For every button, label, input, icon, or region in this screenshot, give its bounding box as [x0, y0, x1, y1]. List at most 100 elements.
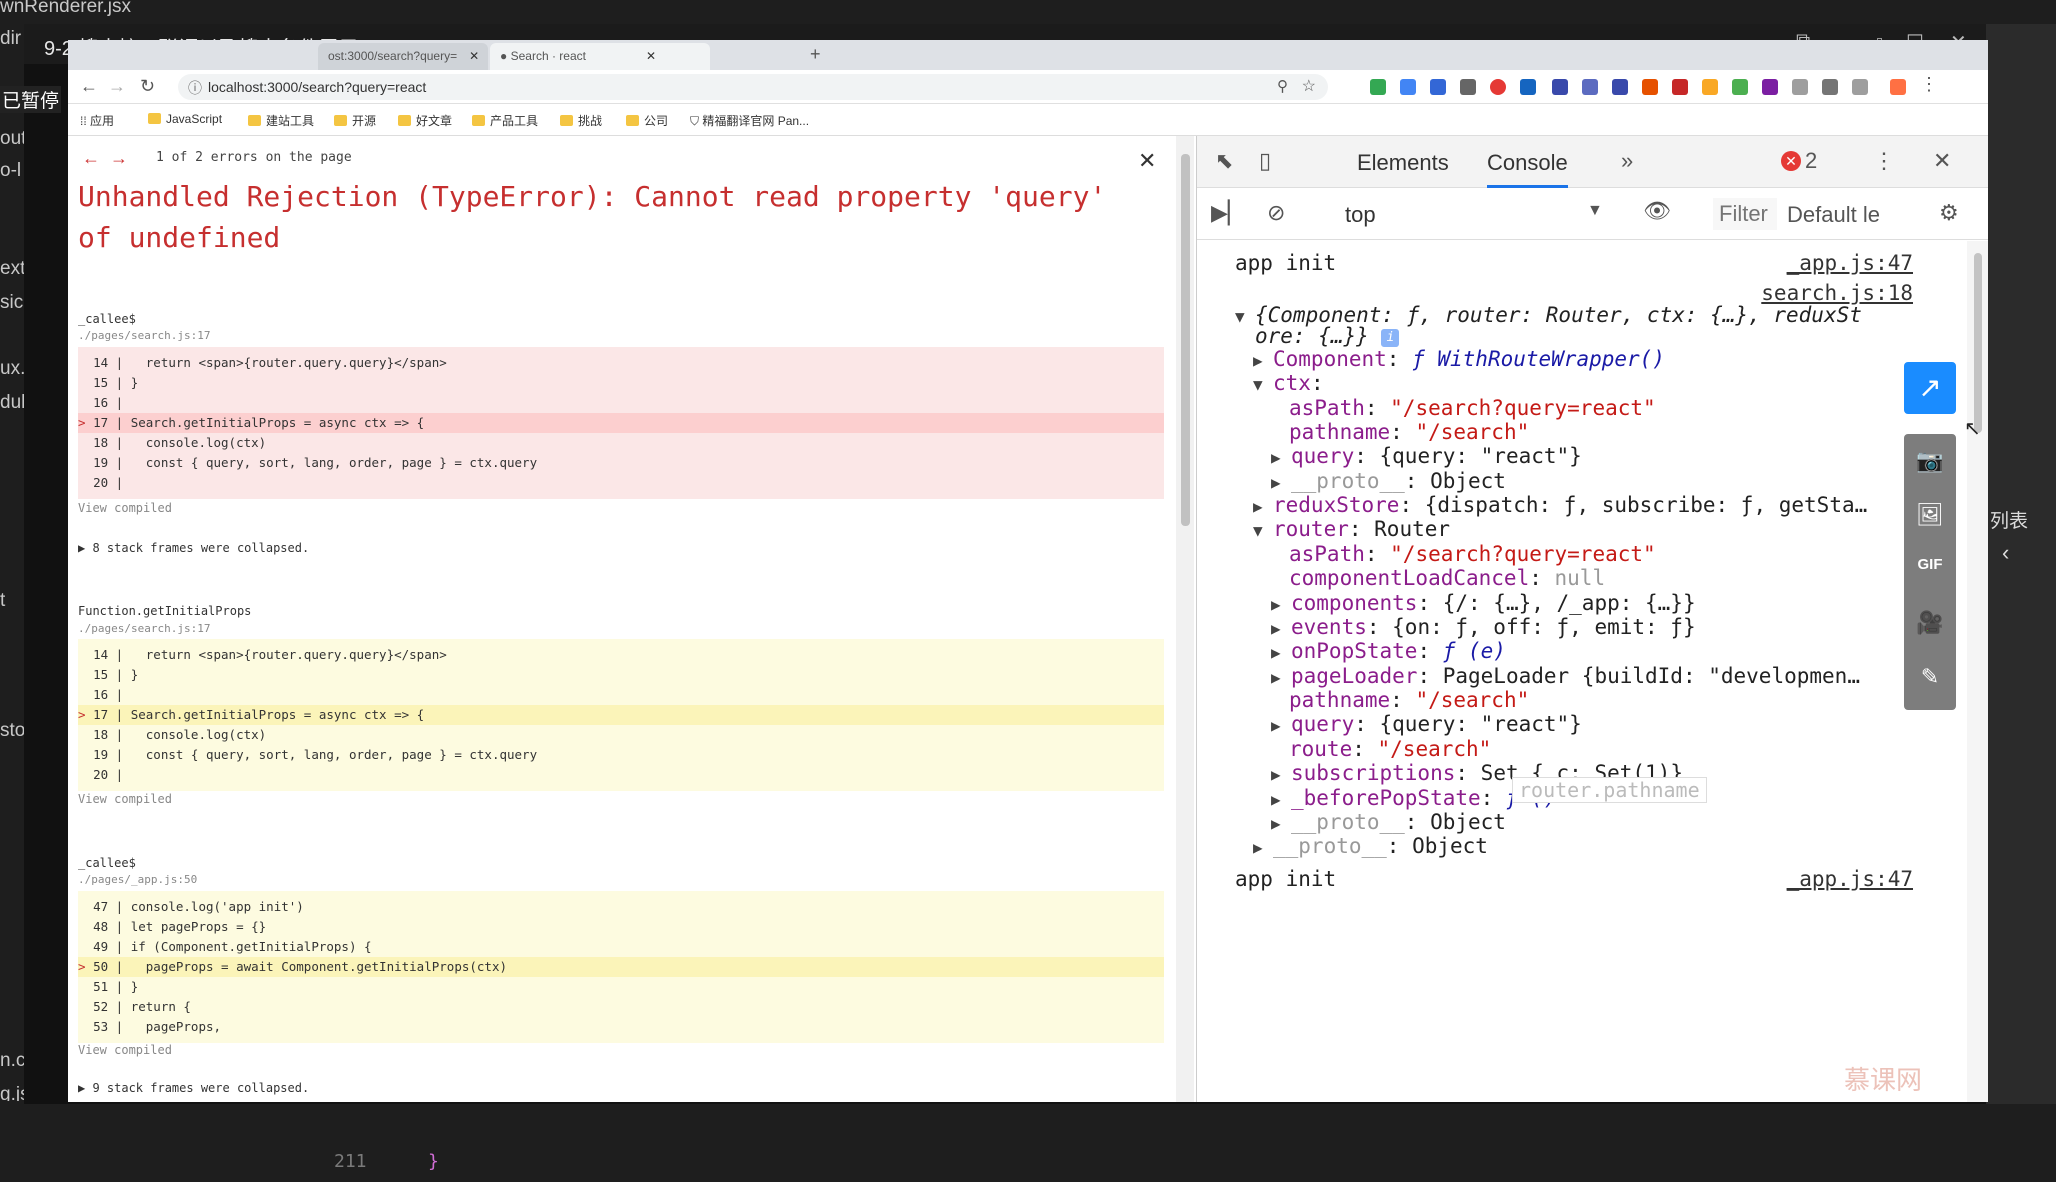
- editor-file-item[interactable]: o-l: [0, 160, 21, 182]
- editor-file-item[interactable]: dul: [0, 392, 25, 414]
- pen-icon[interactable]: ✎: [1904, 664, 1956, 690]
- gear-icon[interactable]: ⚙: [1939, 200, 1959, 226]
- close-icon[interactable]: ✕: [1138, 148, 1156, 174]
- prop-ctx[interactable]: ▼ ctx:: [1253, 371, 1324, 395]
- editor-file-item[interactable]: ux.: [0, 358, 25, 380]
- frame-function[interactable]: _callee$: [78, 856, 136, 870]
- prop-proto[interactable]: ▶ __proto__: Object: [1253, 834, 1488, 858]
- url-input[interactable]: ⓘ localhost:3000/search?query=react ⚲ ☆: [178, 74, 1328, 100]
- scrollbar-thumb[interactable]: [1974, 253, 1982, 433]
- filter-input[interactable]: [1713, 198, 1777, 230]
- bookmark-item[interactable]: 挑战: [560, 112, 602, 129]
- device-toggle-icon[interactable]: ▯: [1259, 148, 1271, 174]
- extension-icon[interactable]: [1430, 79, 1446, 95]
- prop-router-query[interactable]: ▶ query: {query: "react"}: [1271, 712, 1582, 736]
- extension-icon[interactable]: [1732, 79, 1748, 95]
- prop-router-proto[interactable]: ▶ __proto__: Object: [1271, 810, 1506, 834]
- bookmark-item[interactable]: 好文章: [398, 112, 452, 129]
- collapsed-frames-toggle[interactable]: ▶ 8 stack frames were collapsed.: [78, 541, 309, 555]
- prop-router[interactable]: ▼ router: Router: [1253, 517, 1450, 541]
- frame-file[interactable]: ./pages/search.js:17: [78, 622, 210, 635]
- chevron-left-icon[interactable]: ‹: [2002, 540, 2009, 566]
- collapsed-frames-toggle[interactable]: ▶ 9 stack frames were collapsed.: [78, 1081, 309, 1095]
- editor-file-item[interactable]: n.c: [0, 1050, 25, 1072]
- tab-search-react[interactable]: ● Search · react ✕: [490, 43, 710, 70]
- video-icon[interactable]: 🎥: [1904, 610, 1956, 636]
- tab-localhost[interactable]: ost:3000/search?query= ✕: [318, 43, 488, 70]
- eye-icon[interactable]: 👁: [1643, 198, 1671, 224]
- frame-function[interactable]: _callee$: [78, 312, 136, 326]
- menu-icon[interactable]: ⋮: [1920, 74, 1938, 95]
- reload-icon[interactable]: ↻: [140, 76, 155, 97]
- extension-icon[interactable]: [1852, 79, 1868, 95]
- frame-file[interactable]: ./pages/_app.js:50: [78, 873, 197, 886]
- frame-function[interactable]: Function.getInitialProps: [78, 604, 251, 618]
- prop-router-events[interactable]: ▶ events: {on: ƒ, off: ƒ, emit: ƒ}: [1271, 615, 1696, 639]
- bookmark-item[interactable]: ⛉ 精福翻译官网 Pan...: [690, 112, 809, 129]
- bookmark-item[interactable]: 产品工具: [472, 112, 538, 129]
- forward-icon[interactable]: →: [108, 76, 126, 97]
- extension-icon[interactable]: [1552, 79, 1568, 95]
- extension-icon[interactable]: [1400, 79, 1416, 95]
- extension-icon[interactable]: [1460, 79, 1476, 95]
- playlist-label[interactable]: 列表: [1990, 506, 2028, 533]
- bookmark-item[interactable]: 公司: [626, 112, 668, 129]
- frame-file[interactable]: ./pages/search.js:17: [78, 329, 210, 342]
- kebab-menu-icon[interactable]: ⋮: [1873, 148, 1895, 174]
- scrollbar-thumb[interactable]: [1181, 154, 1190, 526]
- extension-icon[interactable]: [1702, 79, 1718, 95]
- prop-reduxstore[interactable]: ▶ reduxStore: {dispatch: ƒ, subscribe: ƒ,…: [1253, 493, 1867, 517]
- extension-icon[interactable]: [1612, 79, 1628, 95]
- source-link[interactable]: _app.js:47: [1787, 251, 1913, 275]
- prop-router-onpopstate[interactable]: ▶ onPopState: ƒ (e): [1271, 639, 1506, 663]
- prop-ctx-proto[interactable]: ▶ __proto__: Object: [1271, 469, 1506, 493]
- extension-icon[interactable]: [1890, 79, 1906, 95]
- close-icon[interactable]: ✕: [1933, 148, 1951, 174]
- clear-console-icon[interactable]: ⊘: [1267, 200, 1285, 226]
- close-icon[interactable]: ✕: [646, 49, 656, 63]
- prop-component[interactable]: ▶ Component: ƒ WithRouteWrapper(): [1253, 347, 1665, 371]
- log-levels-dropdown[interactable]: Default le: [1787, 202, 1880, 228]
- bookmark-item[interactable]: 建站工具: [248, 112, 314, 129]
- more-tabs-icon[interactable]: »: [1621, 148, 1633, 174]
- camera-icon[interactable]: 📷: [1904, 448, 1956, 474]
- inspect-icon[interactable]: ⬉: [1215, 148, 1233, 174]
- context-selector[interactable]: top: [1345, 202, 1376, 228]
- zoom-icon[interactable]: ⚲: [1277, 77, 1288, 95]
- editor-file-item[interactable]: t: [0, 590, 5, 612]
- overlay-scrollbar[interactable]: [1176, 136, 1194, 1102]
- view-compiled-link[interactable]: View compiled: [78, 792, 172, 806]
- source-link[interactable]: _app.js:47: [1787, 867, 1913, 891]
- new-tab-button[interactable]: +: [810, 44, 821, 65]
- info-icon[interactable]: i: [1381, 329, 1400, 347]
- extension-icon[interactable]: [1762, 79, 1778, 95]
- gif-icon[interactable]: GIF: [1904, 556, 1956, 573]
- prop-router-components[interactable]: ▶ components: {/: {…}, /_app: {…}}: [1271, 591, 1696, 615]
- sidebar-toggle-icon[interactable]: ▶▏: [1211, 200, 1245, 226]
- extension-icon[interactable]: [1370, 79, 1386, 95]
- view-compiled-link[interactable]: View compiled: [78, 1043, 172, 1057]
- console-scrollbar[interactable]: [1967, 241, 1988, 1102]
- editor-file-item[interactable]: out: [0, 128, 26, 150]
- back-icon[interactable]: ←: [80, 76, 98, 97]
- extension-icon[interactable]: [1490, 79, 1506, 95]
- close-icon[interactable]: ✕: [469, 49, 479, 63]
- bookmark-item[interactable]: 开源: [334, 112, 376, 129]
- editor-file-item[interactable]: sto: [0, 720, 25, 742]
- editor-file-item[interactable]: wnRenderer.jsx: [0, 0, 131, 18]
- tab-elements[interactable]: Elements: [1357, 150, 1449, 176]
- extension-icon[interactable]: [1520, 79, 1536, 95]
- tab-console[interactable]: Console: [1487, 150, 1568, 188]
- view-compiled-link[interactable]: View compiled: [78, 501, 172, 515]
- prop-ctx-query[interactable]: ▶ query: {query: "react"}: [1271, 444, 1582, 468]
- share-icon[interactable]: ↗: [1904, 362, 1956, 414]
- editor-file-item[interactable]: dir: [0, 28, 21, 50]
- info-icon[interactable]: ⓘ: [188, 78, 202, 98]
- extension-icon[interactable]: [1792, 79, 1808, 95]
- bookmark-item[interactable]: JavaScript: [148, 112, 222, 126]
- error-nav-arrows[interactable]: ← →: [82, 148, 128, 169]
- source-link[interactable]: search.js:18: [1761, 281, 1913, 305]
- extension-icon[interactable]: [1672, 79, 1688, 95]
- error-count-badge[interactable]: ✕ 2: [1781, 148, 1817, 174]
- extension-icon[interactable]: [1822, 79, 1838, 95]
